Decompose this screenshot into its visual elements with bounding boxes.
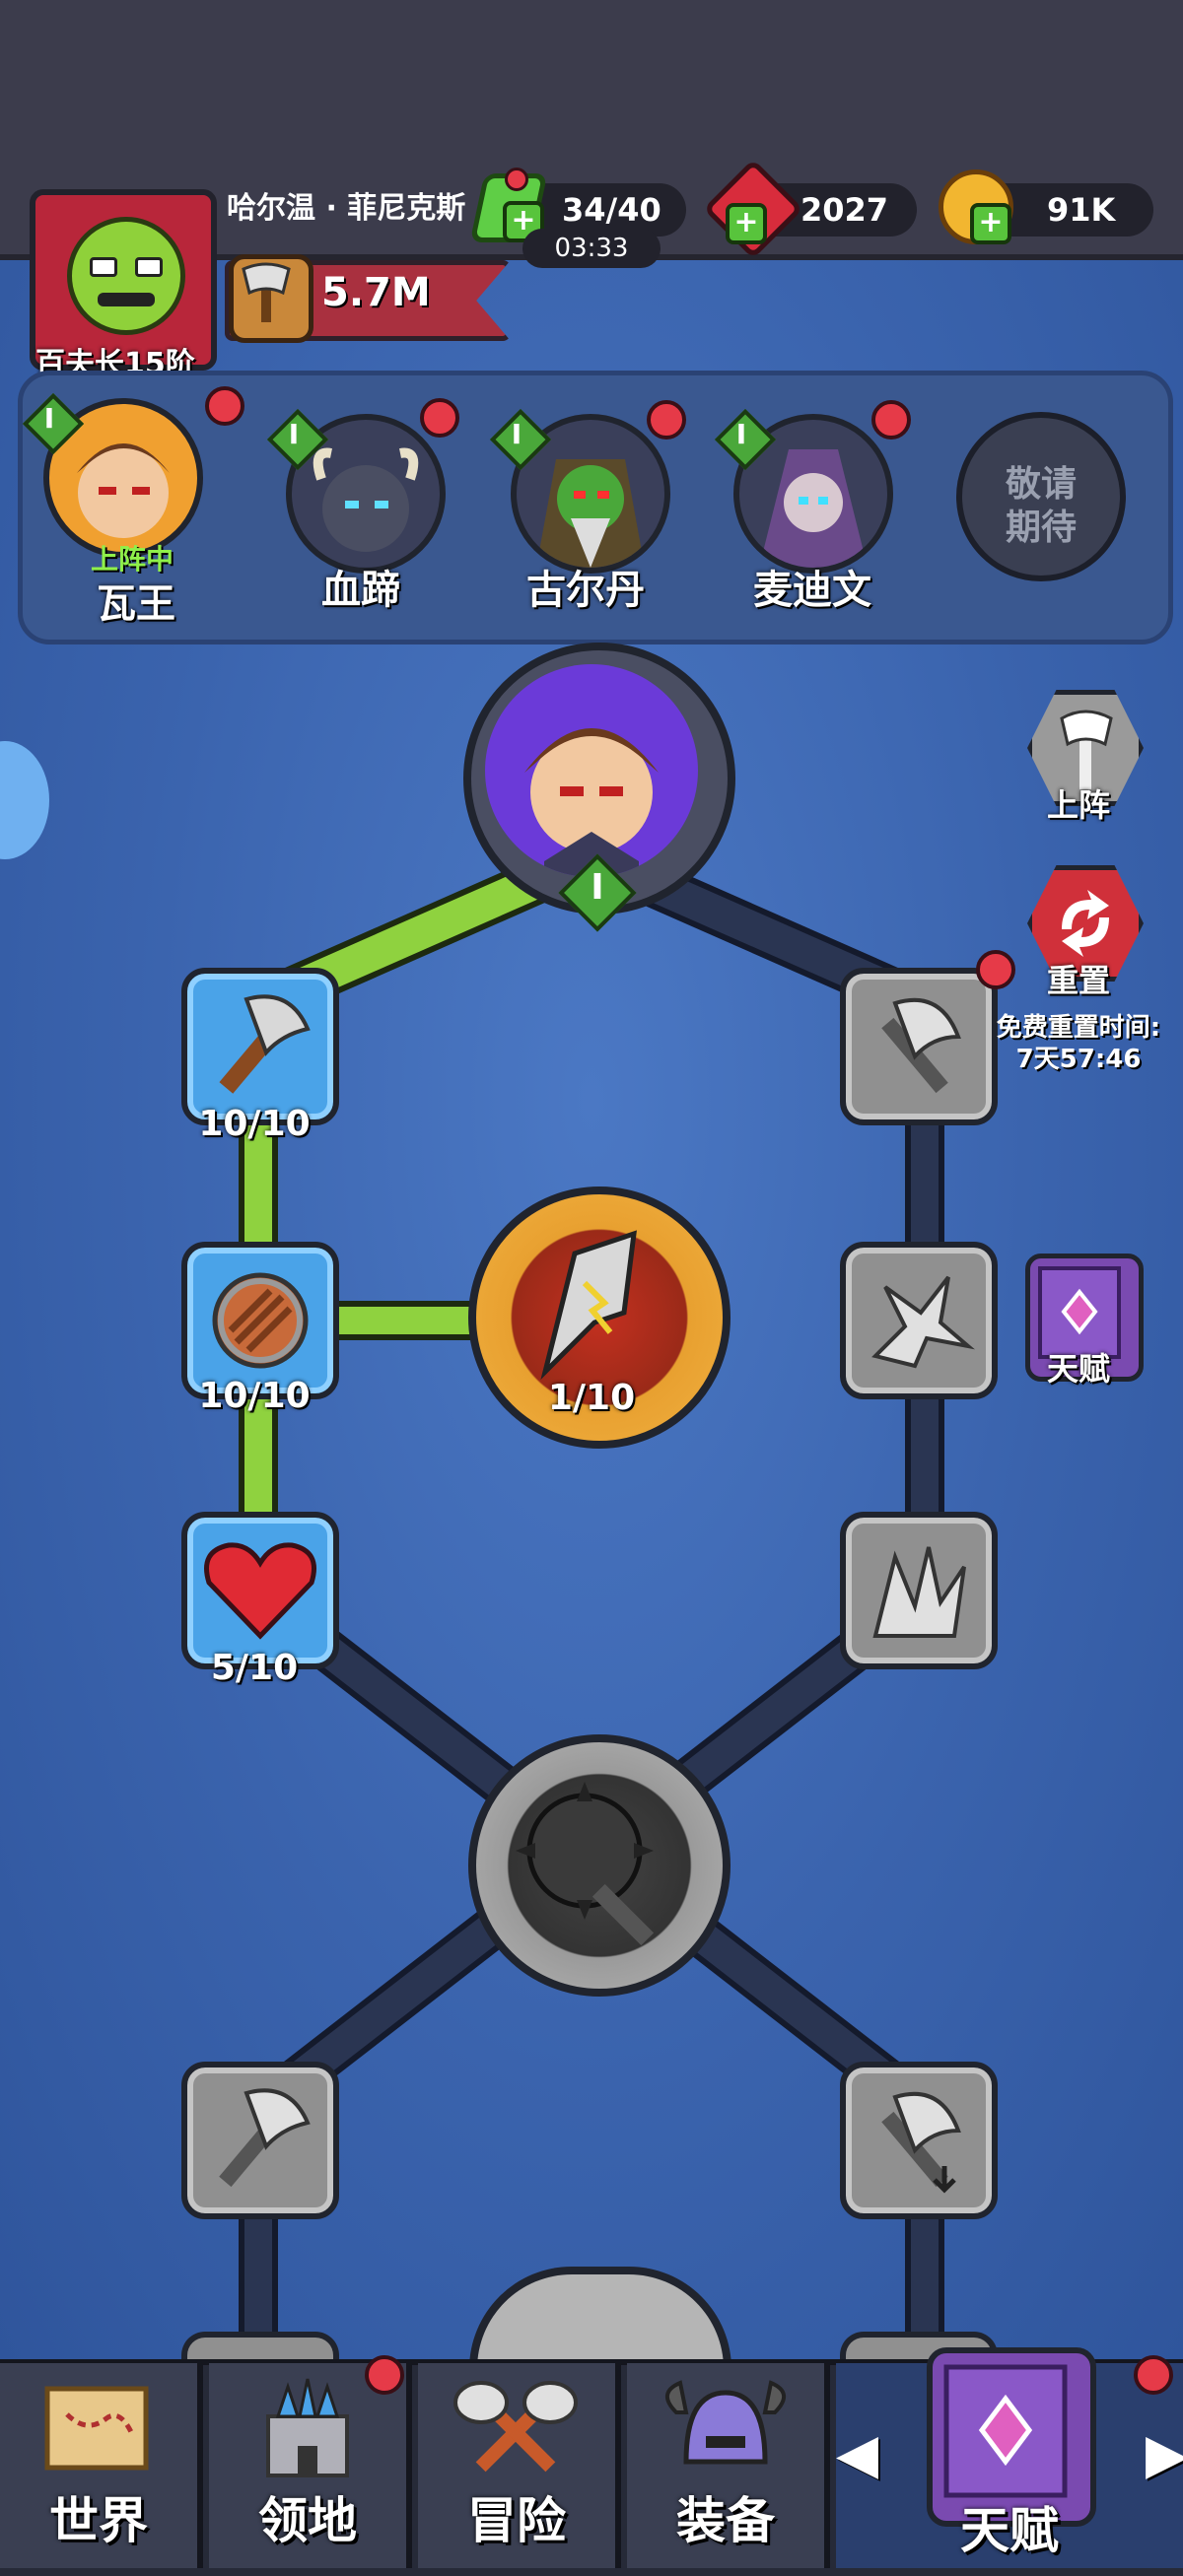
nav-adventure[interactable]: 冒险 xyxy=(418,2363,621,2568)
chevron-left-icon[interactable]: ◀ xyxy=(836,2422,878,2486)
core-node-level: 1/10 xyxy=(547,1378,636,1418)
orc-face-icon xyxy=(67,217,185,335)
hero-level: I xyxy=(43,402,55,435)
shield-icon xyxy=(212,1272,309,1369)
hero-name: 麦迪文 xyxy=(753,568,871,613)
talent-mace-node[interactable] xyxy=(468,1734,731,1997)
crossed-axes-icon xyxy=(453,2381,578,2473)
heart-icon xyxy=(204,1542,316,1640)
talent-node-shard[interactable] xyxy=(840,1512,998,1669)
gems-plus-button[interactable]: + xyxy=(726,203,767,244)
nav-territory-label: 领地 xyxy=(258,2492,357,2549)
axe-lower-icon xyxy=(219,2088,311,2188)
deploy-label: 上阵 xyxy=(1046,786,1110,824)
talent-node-heart[interactable] xyxy=(181,1512,339,1669)
energy-value: 34/40 xyxy=(562,191,661,229)
spikes-icon xyxy=(871,1275,976,1369)
hero-level: I xyxy=(511,418,522,450)
coming-soon-slot: 敬请 期待 xyxy=(956,412,1126,581)
chevron-right-icon[interactable]: ▶ xyxy=(1146,2422,1183,2486)
talent-node-axe-lower[interactable] xyxy=(181,2062,339,2219)
hero-name: 血蹄 xyxy=(321,568,400,613)
talent-node-axe-locked[interactable] xyxy=(840,968,998,1125)
mace-icon xyxy=(516,1782,655,1946)
axe-power-icon xyxy=(229,254,313,343)
hero-notify-dot xyxy=(871,400,911,440)
talent-node-axe-down[interactable] xyxy=(840,2062,998,2219)
axe-node-level: 10/10 xyxy=(198,1104,311,1144)
talent-nav-badge xyxy=(1134,2355,1173,2395)
nav-equipment[interactable]: 装备 xyxy=(627,2363,830,2568)
map-scroll-icon xyxy=(44,2386,149,2471)
nav-talent[interactable]: 天赋 ◀ ▶ xyxy=(836,2347,1183,2568)
nav-world[interactable]: 世界 xyxy=(0,2363,203,2568)
axe-down-icon xyxy=(881,2091,961,2194)
root-level: I xyxy=(591,867,604,908)
reset-label: 重置 xyxy=(1046,962,1110,999)
energy-timer: 03:33 xyxy=(522,229,661,268)
nav-equipment-label: 装备 xyxy=(676,2492,775,2549)
castle-icon xyxy=(266,2378,349,2477)
gold-plus-button[interactable]: + xyxy=(970,203,1011,244)
axe-icon xyxy=(219,994,311,1094)
reset-note-line2: 7天57:46 xyxy=(1015,1045,1142,1074)
territory-badge xyxy=(365,2355,404,2395)
nav-adventure-label: 冒险 xyxy=(467,2492,566,2549)
hero-level: I xyxy=(735,418,747,450)
helmet-icon xyxy=(665,2380,786,2465)
gems-value: 2027 xyxy=(800,191,889,229)
hero-name: 古尔丹 xyxy=(526,568,645,613)
energy-badge xyxy=(505,168,528,191)
shield-node-level: 10/10 xyxy=(198,1376,311,1416)
shard-icon xyxy=(872,1546,966,1638)
nav-world-label: 世界 xyxy=(49,2492,148,2549)
hero-notify-dot xyxy=(647,400,686,440)
nav-territory[interactable]: 领地 xyxy=(209,2355,412,2568)
coming-soon-label-2: 期待 xyxy=(1005,508,1077,548)
hero-notify-dot xyxy=(420,398,459,438)
gold-value: 91K xyxy=(1047,191,1116,229)
hero-name: 瓦王 xyxy=(97,581,175,627)
power-value: 5.7M xyxy=(321,270,431,315)
hero-portrait-icon xyxy=(485,664,698,877)
axe-locked-icon xyxy=(881,997,961,1094)
heart-node-level: 5/10 xyxy=(210,1648,299,1688)
nav-talent-label: 天赋 xyxy=(960,2502,1059,2559)
talent-node-axe[interactable] xyxy=(181,968,339,1125)
talent-book-label: 天赋 xyxy=(1046,1350,1110,1388)
talent-node-spikes[interactable] xyxy=(840,1242,998,1399)
player-name: 哈尔温 · 菲尼克斯 xyxy=(227,191,466,226)
hero-level: I xyxy=(288,418,300,450)
hero-notify-dot xyxy=(205,386,244,426)
